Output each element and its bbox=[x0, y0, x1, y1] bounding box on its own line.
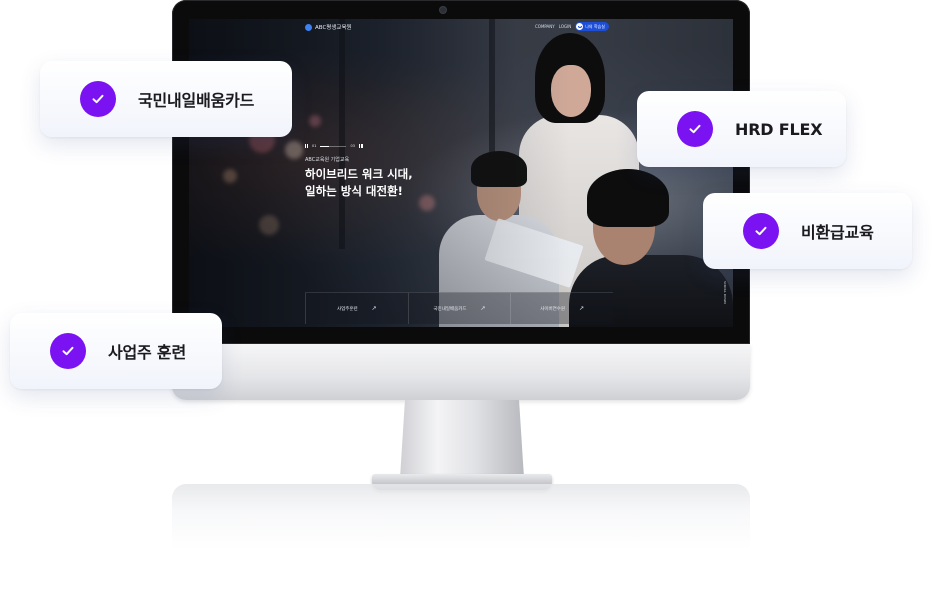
next-slide-icon[interactable] bbox=[358, 144, 363, 148]
arrow-up-right-icon: ↗ bbox=[480, 305, 486, 312]
site-logo-text: ABC평생교육원 bbox=[315, 25, 352, 31]
check-icon bbox=[743, 213, 779, 249]
check-icon bbox=[677, 111, 713, 147]
scroll-down-hint[interactable]: SCROLL DOWN bbox=[723, 281, 727, 304]
quick-link-label: 사업주훈련 bbox=[336, 306, 358, 312]
my-class-label: 나의 학습실 bbox=[585, 23, 605, 29]
my-class-button[interactable]: 나의 학습실 bbox=[575, 22, 609, 31]
hero-eyebrow: ABC교육원 기업교육 bbox=[305, 157, 350, 163]
badge-non-refund-education: 비환급교육 bbox=[703, 193, 912, 269]
slide-progress-fill bbox=[320, 145, 330, 147]
monitor-reflection bbox=[172, 484, 750, 550]
badge-label: HRD FLEX bbox=[735, 119, 823, 139]
nav-login-link[interactable]: LOGIN bbox=[559, 24, 572, 29]
hero-title-line: 일하는 방식 대전환! bbox=[305, 184, 403, 198]
quick-link-bar: 사업주훈련 ↗ 국민내일배움카드 ↗ 사이버연수원 ↗ bbox=[305, 292, 613, 324]
badge-learning-card: 국민내일배움카드 bbox=[40, 61, 292, 137]
monitor-stand bbox=[400, 400, 524, 478]
arrow-up-right-icon: ↗ bbox=[579, 305, 585, 312]
slide-total: 03 bbox=[350, 144, 355, 148]
monitor-chin bbox=[172, 344, 750, 400]
site-logo[interactable]: ABC평생교육원 bbox=[305, 23, 352, 31]
quick-link-label: 국민내일배움카드 bbox=[433, 306, 467, 312]
slide-progress-bar bbox=[320, 145, 347, 147]
hero-title-line: 하이브리드 워크 시대, bbox=[305, 167, 413, 181]
pause-icon[interactable] bbox=[305, 144, 308, 148]
smile-icon bbox=[576, 23, 584, 30]
quick-link-employer-training[interactable]: 사업주훈련 ↗ bbox=[305, 293, 408, 324]
hero-slider-controls: 01 03 bbox=[305, 144, 363, 148]
badge-label: 국민내일배움카드 bbox=[138, 91, 255, 110]
site-nav: COMPANY LOGIN 나의 학습실 bbox=[535, 22, 609, 31]
logo-icon bbox=[305, 23, 312, 31]
badge-hrd-flex: HRD FLEX bbox=[637, 91, 846, 167]
badge-label: 비환급교육 bbox=[801, 223, 874, 242]
slide-current: 01 bbox=[312, 144, 317, 148]
badge-label: 사업주 훈련 bbox=[108, 343, 186, 362]
arrow-up-right-icon: ↗ bbox=[371, 305, 377, 312]
monitor: ABC평생교육원 COMPANY LOGIN 나의 학습실 01 03 ABC교… bbox=[172, 0, 750, 400]
quick-link-label: 사이버연수원 bbox=[540, 306, 566, 312]
check-icon bbox=[80, 81, 116, 117]
quick-link-cyber-academy[interactable]: 사이버연수원 ↗ bbox=[510, 293, 613, 324]
quick-link-learning-card[interactable]: 국민내일배움카드 ↗ bbox=[407, 293, 511, 324]
camera-icon bbox=[440, 7, 446, 13]
nav-company-link[interactable]: COMPANY bbox=[535, 24, 555, 29]
badge-employer-training: 사업주 훈련 bbox=[10, 313, 222, 389]
monitor-bezel: ABC평생교육원 COMPANY LOGIN 나의 학습실 01 03 ABC교… bbox=[172, 0, 750, 344]
hero-title: 하이브리드 워크 시대, 일하는 방식 대전환! bbox=[305, 166, 413, 200]
check-icon bbox=[50, 333, 86, 369]
